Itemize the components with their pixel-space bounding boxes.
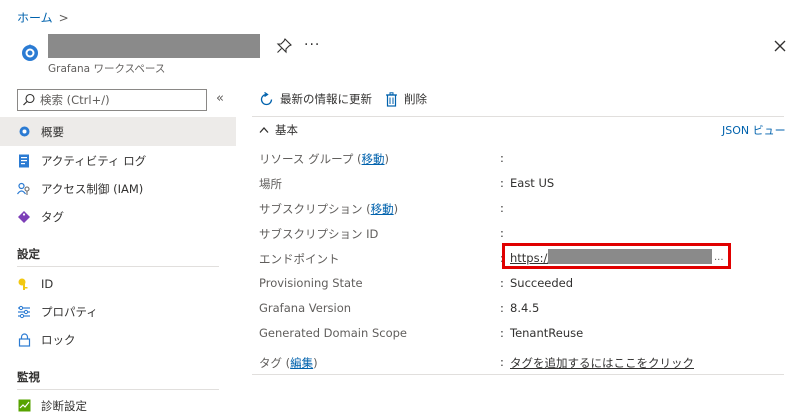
label-text: サブスクリプション ( bbox=[259, 202, 371, 216]
pin-icon[interactable] bbox=[276, 38, 292, 54]
resource-type-subtitle: Grafana ワークスペース bbox=[48, 63, 166, 75]
grafana-version-value: 8.4.5 bbox=[510, 301, 540, 315]
colon: : bbox=[500, 301, 504, 315]
sidebar-item-iam[interactable]: アクセス制御 (IAM) bbox=[0, 174, 236, 203]
colon: : bbox=[500, 276, 504, 290]
search-input[interactable]: 検索 (Ctrl+/) bbox=[17, 89, 207, 111]
colon: : bbox=[500, 151, 504, 165]
lock-icon bbox=[17, 332, 31, 347]
sidebar-item-tags[interactable]: タグ bbox=[0, 202, 236, 231]
json-view-link[interactable]: JSON ビュー bbox=[722, 122, 786, 138]
refresh-label: 最新の情報に更新 bbox=[280, 92, 372, 106]
toolbar-divider bbox=[252, 116, 784, 117]
trash-icon bbox=[386, 91, 397, 107]
divider bbox=[17, 266, 219, 267]
breadcrumb-home-link[interactable]: ホーム bbox=[17, 9, 53, 26]
delete-button[interactable]: 削除 bbox=[385, 91, 427, 107]
colon: : bbox=[500, 201, 504, 215]
provisioning-state-value: Succeeded bbox=[510, 276, 574, 290]
label-text: タグ ( bbox=[259, 356, 291, 370]
sidebar-item-label: ロック bbox=[41, 332, 76, 347]
endpoint-label: エンドポイント bbox=[259, 252, 340, 266]
essentials-toggle[interactable]: 基本 bbox=[259, 122, 298, 138]
grafana-version-label: Grafana Version bbox=[259, 301, 352, 315]
colon: : bbox=[500, 226, 504, 240]
colon: : bbox=[500, 326, 504, 340]
more-icon[interactable]: ··· bbox=[304, 37, 320, 53]
close-paren: ) bbox=[393, 202, 399, 216]
label-text: リソース グループ ( bbox=[259, 152, 362, 166]
sidebar-item-identity[interactable]: ID bbox=[0, 269, 236, 298]
subscription-id-label: サブスクリプション ID bbox=[259, 227, 379, 241]
sidebar-item-label: アクセス制御 (IAM) bbox=[41, 181, 144, 196]
resource-group-label: リソース グループ (移動) bbox=[259, 151, 389, 167]
endpoint-highlight-box bbox=[502, 243, 731, 269]
sidebar-item-label: プロパティ bbox=[41, 304, 98, 319]
subscription-move-link[interactable]: 移動 bbox=[371, 202, 394, 216]
resource-title-redacted bbox=[48, 34, 260, 58]
search-placeholder: 検索 (Ctrl+/) bbox=[40, 93, 110, 107]
subscription-label: サブスクリプション (移動) bbox=[259, 201, 398, 217]
essentials-heading: 基本 bbox=[275, 123, 298, 137]
chevron-up-icon bbox=[259, 127, 269, 133]
sidebar-item-activity-log[interactable]: アクティビティ ログ bbox=[0, 146, 236, 175]
sidebar-item-label: アクティビティ ログ bbox=[41, 153, 147, 168]
refresh-button[interactable]: 最新の情報に更新 bbox=[259, 91, 372, 107]
sidebar-item-label: 診断設定 bbox=[41, 398, 87, 413]
activity-log-icon bbox=[17, 154, 31, 168]
tags-label: タグ (編集) bbox=[259, 355, 318, 371]
identity-icon bbox=[17, 277, 31, 291]
gear-icon bbox=[17, 125, 31, 139]
sidebar-item-diagnostics[interactable]: 診断設定 bbox=[0, 391, 236, 417]
properties-icon bbox=[17, 305, 31, 319]
domain-scope-value: TenantReuse bbox=[510, 326, 584, 340]
location-label: 場所 bbox=[259, 177, 282, 191]
location-value: East US bbox=[510, 176, 555, 190]
tag-icon bbox=[17, 210, 31, 224]
tags-edit-link[interactable]: 編集 bbox=[290, 356, 313, 370]
iam-icon bbox=[17, 182, 31, 196]
sidebar-item-label: 概要 bbox=[41, 124, 64, 139]
breadcrumb-separator: > bbox=[58, 10, 69, 25]
divider bbox=[17, 389, 219, 390]
colon: : bbox=[500, 176, 504, 190]
sidebar-item-overview[interactable]: 概要 bbox=[0, 117, 236, 146]
sidebar-item-locks[interactable]: ロック bbox=[0, 325, 236, 354]
breadcrumb: ホーム > bbox=[17, 9, 69, 26]
diagnostics-icon bbox=[17, 399, 31, 413]
sidebar-item-label: ID bbox=[41, 276, 54, 291]
essentials-bottom-divider bbox=[252, 374, 784, 375]
resource-group-move-link[interactable]: 移動 bbox=[362, 152, 385, 166]
colon: : bbox=[500, 355, 504, 369]
refresh-icon bbox=[260, 91, 273, 105]
close-paren: ) bbox=[384, 152, 390, 166]
close-icon[interactable] bbox=[772, 38, 788, 54]
add-tags-link[interactable]: タグを追加するにはここをクリック bbox=[510, 355, 694, 371]
close-paren: ) bbox=[313, 356, 318, 370]
collapse-sidebar-button[interactable]: « bbox=[216, 91, 224, 106]
grafana-icon bbox=[22, 44, 38, 61]
sidebar-item-properties[interactable]: プロパティ bbox=[0, 297, 236, 326]
settings-section-heading: 設定 bbox=[17, 247, 40, 261]
monitoring-section-heading: 監視 bbox=[17, 370, 40, 384]
delete-label: 削除 bbox=[404, 92, 427, 106]
search-icon bbox=[23, 93, 35, 106]
sidebar-item-label: タグ bbox=[41, 209, 64, 224]
domain-scope-label: Generated Domain Scope bbox=[259, 326, 407, 340]
provisioning-state-label: Provisioning State bbox=[259, 276, 363, 290]
